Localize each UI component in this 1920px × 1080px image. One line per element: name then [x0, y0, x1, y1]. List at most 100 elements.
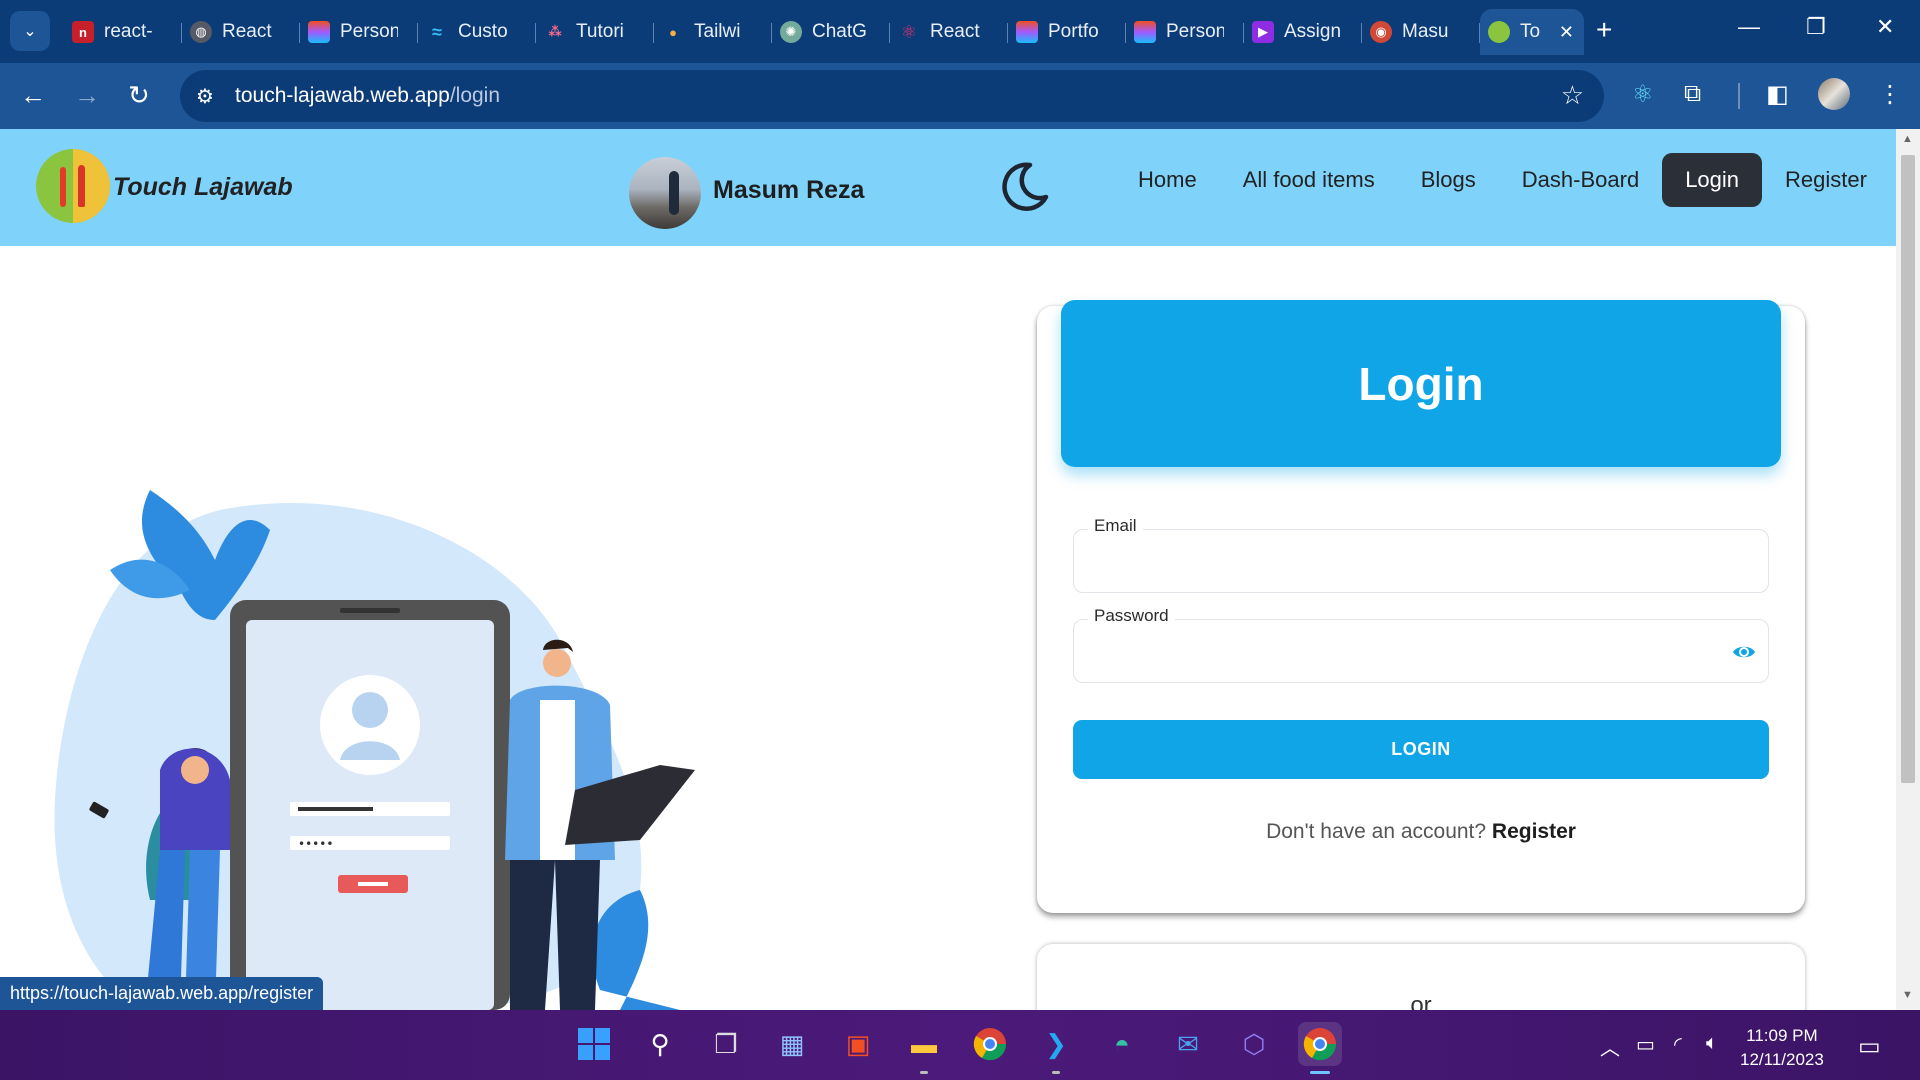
site-logo[interactable] [36, 149, 110, 223]
tab-list: n react- ◍ React Person ≈ Custo ⁂ Tutori ● Ta… [64, 9, 1584, 55]
browser-tab[interactable]: ◍ React [182, 9, 300, 55]
assign-icon: ▶ [1252, 21, 1274, 43]
browser-tab[interactable]: ≈ Custo [418, 9, 536, 55]
nav-login[interactable]: Login [1662, 153, 1763, 207]
main-menu: Home All food items Blogs Dash-Board Log… [1115, 153, 1890, 207]
react-icon: ⚛ [900, 21, 918, 42]
browser-tab[interactable]: ● Tailwi [654, 9, 772, 55]
tab-label: Custo [458, 21, 508, 42]
windows-taskbar: ⚲ ❐ ▦ ▣ ▬ ❯ ◓ ✉ ⬡ ︿ ▭ ◜ 🔈︎ 11:09 PM 12/1… [0, 1010, 1920, 1080]
browser-tab[interactable]: Person [1126, 9, 1244, 55]
widgets-icon[interactable]: ▦ [770, 1022, 814, 1066]
avatar-figure [669, 171, 679, 215]
address-bar[interactable]: ⚙ touch-lajawab.web.app/login ☆ [180, 70, 1604, 122]
tab-label: React [930, 21, 980, 42]
tab-label: Tailwi [694, 21, 741, 42]
browser-tab-active[interactable]: To ✕ [1480, 9, 1584, 55]
browser-tab[interactable]: n react- [64, 9, 182, 55]
notification-icon[interactable]: ▭ [1858, 1032, 1881, 1061]
chrome-avatar-icon: ◉ [1370, 21, 1392, 43]
arrow-right-icon: → [74, 80, 100, 110]
clock-time: 11:09 PM [1746, 1026, 1818, 1045]
browser-tab[interactable]: ✺ ChatG [772, 9, 890, 55]
nav-all-food-items[interactable]: All food items [1220, 153, 1398, 207]
register-link[interactable]: Register [1492, 820, 1576, 843]
tab-label: Tutori [576, 21, 624, 42]
browser-tab[interactable]: ◉ Masu [1362, 9, 1480, 55]
scroll-up-arrow-icon[interactable]: ▲ [1902, 133, 1913, 145]
volume-icon[interactable]: 🔈︎ [1706, 1032, 1718, 1055]
minimize-button[interactable]: — [1738, 14, 1760, 40]
password-label: Password [1088, 606, 1175, 626]
forward-button[interactable]: → [74, 81, 100, 109]
dark-mode-moon-icon[interactable] [996, 159, 1050, 213]
notion-icon: n [72, 21, 94, 43]
back-button[interactable]: ← [20, 81, 46, 109]
browser-tab[interactable]: Person [300, 9, 418, 55]
mail-icon[interactable]: ✉ [1166, 1022, 1210, 1066]
scrollbar-thumb[interactable] [1901, 155, 1915, 783]
site-logo-icon [1488, 21, 1510, 43]
chrome-logo-icon [973, 1028, 1007, 1061]
edge-icon[interactable]: ◓ [1100, 1022, 1144, 1066]
svg-text:•••••: ••••• [298, 837, 333, 851]
user-avatar[interactable] [629, 157, 701, 229]
close-tab-icon[interactable]: ✕ [1559, 22, 1574, 43]
wifi-icon[interactable]: ◜ [1674, 1032, 1682, 1057]
system-clock[interactable]: 11:09 PM 12/11/2023 [1740, 1024, 1824, 1072]
browser-tab[interactable]: ⁂ Tutori [536, 9, 654, 55]
battery-icon[interactable]: ▭ [1636, 1032, 1655, 1057]
copilot-icon[interactable]: ⬡ [1232, 1022, 1276, 1066]
brand-name[interactable]: Touch Lajawab [113, 173, 293, 202]
browser-tab[interactable]: ▶ Assign [1244, 9, 1362, 55]
new-tab-button[interactable]: + [1596, 14, 1612, 46]
search-icon[interactable]: ⚲ [638, 1022, 682, 1066]
side-panel-icon[interactable]: ◧ [1766, 80, 1789, 109]
tab-label: Portfo [1048, 21, 1099, 42]
extensions-puzzle-icon[interactable]: ⧉ [1684, 80, 1701, 108]
browser-tab[interactable]: Portfo [1008, 9, 1126, 55]
menu-kebab-icon[interactable]: ⋮ [1878, 80, 1902, 109]
reload-button[interactable]: ↻ [128, 81, 150, 109]
task-view-icon[interactable]: ❐ [704, 1022, 748, 1066]
restore-button[interactable]: ❐ [1806, 14, 1826, 40]
email-label: Email [1088, 516, 1143, 536]
store-icon[interactable]: ▣ [836, 1022, 880, 1066]
chrome-logo-icon [1303, 1028, 1337, 1061]
page-scrollbar[interactable]: ▲ ▼ [1896, 129, 1920, 1010]
taskbar-apps: ⚲ ❐ ▦ ▣ ▬ ❯ ◓ ✉ ⬡ [572, 1022, 1342, 1074]
profile-avatar[interactable] [1818, 78, 1850, 110]
url-text[interactable]: touch-lajawab.web.app/login [235, 84, 500, 108]
knife-icon [78, 165, 85, 207]
vscode-icon[interactable]: ❯ [1034, 1022, 1078, 1074]
browser-tab[interactable]: ⚛ React [890, 9, 1008, 55]
password-field[interactable]: Password [1073, 606, 1769, 683]
fork-icon [60, 167, 66, 207]
close-window-button[interactable]: ✕ [1876, 14, 1894, 40]
chatgpt-icon: ✺ [780, 21, 802, 43]
show-password-eye-icon[interactable] [1732, 640, 1756, 664]
tab-label: Masu [1402, 21, 1449, 42]
nav-home[interactable]: Home [1115, 153, 1220, 207]
file-explorer-icon[interactable]: ▬ [902, 1022, 946, 1074]
login-title: Login [1358, 357, 1484, 410]
tray-overflow-chevron-icon[interactable]: ︿ [1600, 1032, 1620, 1061]
login-button[interactable]: LOGIN [1073, 720, 1769, 779]
chrome-active-icon[interactable] [1298, 1022, 1342, 1074]
scroll-down-arrow-icon[interactable]: ▼ [1902, 989, 1913, 1001]
react-devtools-icon[interactable]: ⚛ [1632, 80, 1654, 109]
nav-blogs[interactable]: Blogs [1398, 153, 1499, 207]
tab-label: React [222, 21, 272, 42]
nav-dashboard[interactable]: Dash-Board [1499, 153, 1662, 207]
tab-search-button[interactable]: ⌄ [10, 11, 50, 51]
nav-register[interactable]: Register [1762, 153, 1890, 207]
site-info-icon[interactable]: ⚙ [196, 84, 214, 109]
register-prompt: Don't have an account? Register [1037, 820, 1805, 844]
tab-label: Person [1166, 21, 1224, 42]
bookmark-star-icon[interactable]: ☆ [1561, 80, 1584, 111]
tab-label: Person [340, 21, 398, 42]
browser-tab-strip: ⌄ n react- ◍ React Person ≈ Custo ⁂ Tutori ●… [0, 0, 1920, 63]
email-field[interactable]: Email [1073, 516, 1769, 593]
windows-start-icon[interactable] [572, 1022, 616, 1066]
chrome-icon[interactable] [968, 1022, 1012, 1066]
